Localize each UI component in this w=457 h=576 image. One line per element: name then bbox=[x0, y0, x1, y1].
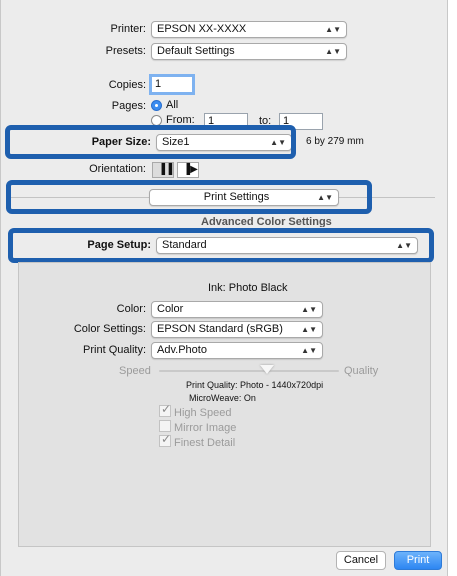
presets-popup[interactable]: Default Settings ▲▼ bbox=[151, 43, 347, 60]
slider-quality-label: Quality bbox=[344, 365, 379, 377]
paper-size-popup[interactable]: Size1 ▲▼ bbox=[156, 134, 292, 151]
print-button[interactable]: Print bbox=[394, 551, 442, 570]
advanced-color-label: Advanced Color Settings bbox=[201, 216, 332, 227]
orientation-landscape-button[interactable]: ▐▶ bbox=[177, 162, 199, 178]
pages-all-radio[interactable] bbox=[151, 100, 162, 111]
page-setup-popup[interactable]: Standard ▲▼ bbox=[156, 237, 418, 254]
print-dialog: Printer: EPSON XX-XXXX ▲▼ Presets: Defau… bbox=[0, 0, 448, 576]
color-popup[interactable]: Color ▲▼ bbox=[151, 301, 323, 318]
page-setup-value: Standard bbox=[162, 239, 207, 251]
printer-value: EPSON XX-XXXX bbox=[157, 23, 247, 35]
quality-info: Print Quality: Photo - 1440x720dpi bbox=[186, 380, 324, 390]
paper-dimensions: 6 by 279 mm bbox=[306, 136, 364, 147]
finest-detail-checkbox[interactable]: ✓ Finest Detail bbox=[159, 432, 236, 449]
pages-from-label: From: bbox=[166, 114, 195, 126]
checkbox-box: ✓ bbox=[159, 402, 172, 417]
popup-arrows-icon: ▲▼ bbox=[301, 325, 317, 334]
microweave-info: MicroWeave: On bbox=[189, 393, 256, 403]
copies-input[interactable]: 1 bbox=[149, 74, 195, 95]
color-settings-label: Color Settings: bbox=[73, 323, 146, 335]
high-speed-label: High Speed bbox=[174, 407, 232, 419]
presets-label: Presets: bbox=[105, 45, 146, 57]
checkmark-icon: ✓ bbox=[161, 402, 172, 416]
mirror-image-label: Mirror Image bbox=[174, 422, 237, 434]
print-quality-label: Print Quality: bbox=[83, 344, 146, 356]
popup-arrows-icon: ▲▼ bbox=[301, 305, 317, 314]
popup-arrows-icon: ▲▼ bbox=[325, 25, 341, 34]
cancel-button[interactable]: Cancel bbox=[336, 551, 386, 570]
paper-size-label: Paper Size: bbox=[91, 136, 151, 148]
finest-detail-label: Finest Detail bbox=[174, 437, 236, 449]
pages-from-input[interactable]: 1 bbox=[204, 113, 248, 130]
slider-speed-label: Speed bbox=[119, 365, 151, 377]
print-quality-popup[interactable]: Adv.Photo ▲▼ bbox=[151, 342, 323, 359]
print-quality-value: Adv.Photo bbox=[157, 344, 207, 356]
popup-arrows-icon: ▲▼ bbox=[270, 138, 286, 147]
copies-label: Copies: bbox=[108, 79, 146, 91]
high-speed-checkbox[interactable]: ✓ High Speed bbox=[159, 402, 232, 419]
pages-to-input[interactable]: 1 bbox=[279, 113, 323, 130]
pages-from-radio[interactable] bbox=[151, 115, 162, 126]
popup-arrows-icon: ▲▼ bbox=[301, 346, 317, 355]
advanced-color-row: Advanced Color Settings bbox=[151, 213, 339, 227]
popup-arrows-icon: ▲▼ bbox=[317, 193, 333, 202]
color-label: Color: bbox=[116, 303, 146, 315]
orientation-portrait-button[interactable]: ▐▐ bbox=[152, 162, 174, 178]
section-value: Print Settings bbox=[203, 191, 270, 203]
checkbox-box bbox=[159, 420, 171, 432]
printer-label: Printer: bbox=[110, 23, 146, 35]
color-value: Color bbox=[157, 303, 184, 315]
quality-slider[interactable] bbox=[159, 365, 339, 374]
ink-label: Ink: Photo Black bbox=[208, 282, 288, 294]
section-popup[interactable]: Print Settings ▲▼ bbox=[149, 189, 339, 206]
checkbox-box: ✓ bbox=[159, 432, 172, 447]
checkmark-icon: ✓ bbox=[161, 432, 172, 446]
presets-value: Default Settings bbox=[157, 45, 235, 57]
pages-label: Pages: bbox=[111, 100, 146, 112]
slider-knob[interactable] bbox=[260, 365, 274, 374]
pages-all-label: All bbox=[166, 99, 179, 111]
portrait-icon: ▐▐ bbox=[158, 164, 173, 175]
page-setup-label: Page Setup: bbox=[87, 239, 151, 251]
color-settings-value: EPSON Standard (sRGB) bbox=[157, 323, 283, 335]
pages-to-label: to: bbox=[259, 115, 272, 127]
color-settings-popup[interactable]: EPSON Standard (sRGB) ▲▼ bbox=[151, 321, 323, 338]
orientation-label: Orientation: bbox=[89, 163, 146, 175]
landscape-icon: ▐▶ bbox=[183, 164, 198, 175]
popup-arrows-icon: ▲▼ bbox=[325, 47, 341, 56]
popup-arrows-icon: ▲▼ bbox=[396, 241, 412, 250]
paper-size-value: Size1 bbox=[162, 136, 190, 148]
printer-popup[interactable]: EPSON XX-XXXX ▲▼ bbox=[151, 21, 347, 38]
